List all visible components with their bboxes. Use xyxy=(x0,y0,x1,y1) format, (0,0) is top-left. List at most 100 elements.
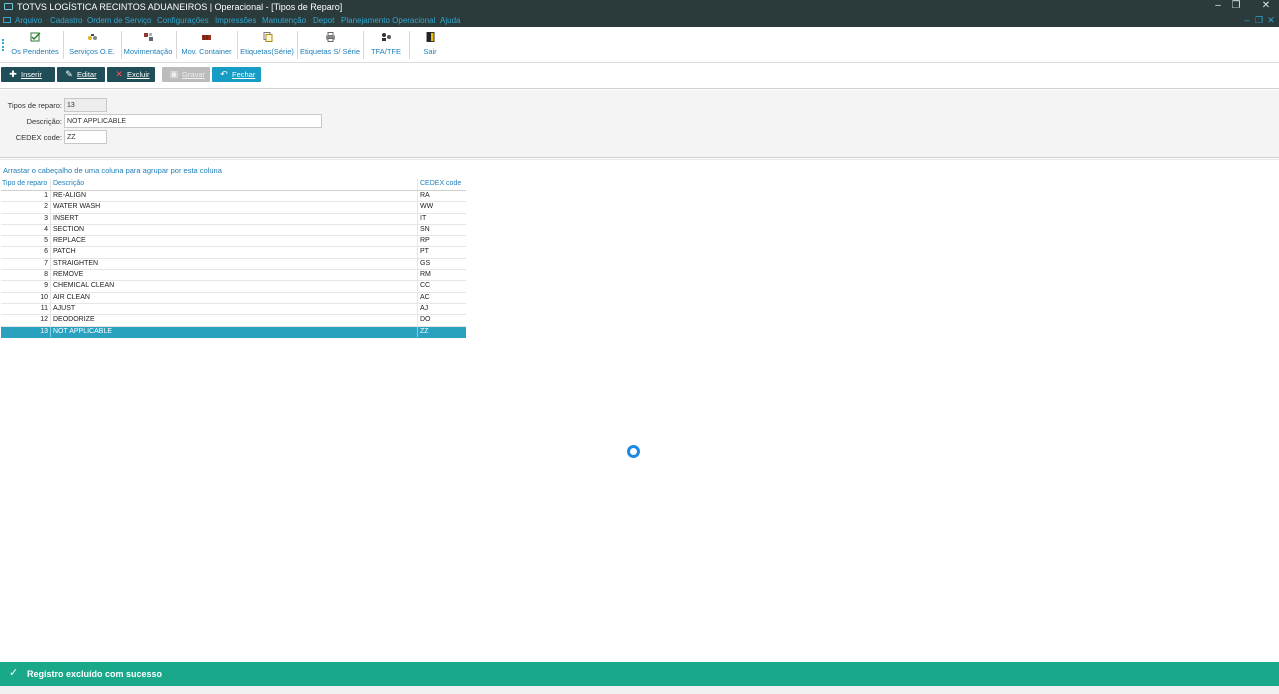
cell-descricao[interactable]: NOT APPLICABLE xyxy=(52,326,418,337)
cell-cedex-code[interactable]: RP xyxy=(419,236,465,246)
cell-tipo-reparo[interactable]: 4 xyxy=(1,224,51,236)
cell-cedex-code[interactable]: DO xyxy=(419,315,465,325)
tipo-reparo-field[interactable] xyxy=(64,98,107,112)
menu-arquivo[interactable]: Arquivo xyxy=(15,16,42,25)
insert-button[interactable]: ✚ Inserir xyxy=(1,67,55,82)
cell-cedex-code[interactable]: RM xyxy=(419,270,465,280)
cell-tipo-reparo[interactable]: 1 xyxy=(1,191,51,202)
cell-cedex-code[interactable]: AJ xyxy=(419,304,465,314)
table-row[interactable]: 3 INSERT IT xyxy=(1,213,466,225)
cell-tipo-reparo[interactable]: 2 xyxy=(1,202,51,213)
mdi-close-button[interactable]: ✕ xyxy=(1266,15,1276,25)
column-header-cedex-code[interactable]: CEDEX code xyxy=(419,179,465,190)
grid-header-row: Tipo de reparo Descrição CEDEX code xyxy=(1,179,466,191)
cell-descricao[interactable]: RE-ALIGN xyxy=(52,191,418,202)
column-header-descricao[interactable]: Descrição xyxy=(52,179,418,190)
shortcut-sair[interactable]: Sair xyxy=(418,30,442,60)
descricao-field[interactable] xyxy=(64,114,322,128)
cell-descricao[interactable]: WATER WASH xyxy=(52,202,418,213)
cell-tipo-reparo[interactable]: 11 xyxy=(1,303,51,315)
close-button[interactable]: ✕ xyxy=(1256,0,1276,12)
cell-descricao[interactable]: CHEMICAL CLEAN xyxy=(52,281,418,292)
menu-depot[interactable]: Depot xyxy=(313,16,334,25)
shortcut-tfa-tfe[interactable]: TFA/TFE xyxy=(366,30,406,60)
restore-button[interactable]: ❐ xyxy=(1226,0,1246,12)
menu-cadastro[interactable]: Cadastro xyxy=(50,16,82,25)
cell-descricao[interactable]: PATCH xyxy=(52,247,418,258)
cell-tipo-reparo[interactable]: 6 xyxy=(1,247,51,258)
column-header-tipo-reparo[interactable]: Tipo de reparo xyxy=(1,179,51,190)
table-row[interactable]: 5 REPLACE RP xyxy=(1,236,466,248)
toolbar-separator xyxy=(237,31,238,59)
movement-icon xyxy=(143,33,153,41)
table-row[interactable]: 13 NOT APPLICABLE ZZ xyxy=(1,326,466,338)
table-row[interactable]: 8 REMOVE RM xyxy=(1,270,466,282)
cell-tipo-reparo[interactable]: 12 xyxy=(1,315,51,326)
cell-cedex-code[interactable]: AC xyxy=(419,293,465,303)
save-label: Gravar xyxy=(182,70,205,79)
cell-cedex-code[interactable]: GS xyxy=(419,259,465,269)
cell-tipo-reparo[interactable]: 9 xyxy=(1,281,51,292)
people-icon xyxy=(381,33,391,41)
cell-descricao[interactable]: AIR CLEAN xyxy=(52,292,418,303)
toolbar-grip[interactable] xyxy=(2,39,4,51)
cell-cedex-code[interactable]: ZZ xyxy=(419,327,465,337)
save-button[interactable]: ▣ Gravar xyxy=(162,67,210,82)
cell-cedex-code[interactable]: CC xyxy=(419,281,465,291)
table-row[interactable]: 11 AJUST AJ xyxy=(1,303,466,316)
cell-descricao[interactable]: AJUST xyxy=(52,303,418,315)
shortcut-etiquetas-sem-serie[interactable]: Etiquetas S/ Série xyxy=(299,30,361,60)
cedex-code-field[interactable] xyxy=(64,130,107,144)
table-row[interactable]: 10 AIR CLEAN AC xyxy=(1,292,466,304)
toolbar-separator xyxy=(297,31,298,59)
edit-button[interactable]: ✎ Editar xyxy=(57,67,105,82)
cell-cedex-code[interactable]: SN xyxy=(419,225,465,235)
cell-tipo-reparo[interactable]: 8 xyxy=(1,270,51,281)
toolbar-separator xyxy=(63,31,64,59)
table-row[interactable]: 1 RE-ALIGN RA xyxy=(1,191,466,203)
cell-tipo-reparo[interactable]: 7 xyxy=(1,258,51,270)
cell-descricao[interactable]: INSERT xyxy=(52,213,418,224)
mdi-restore-button[interactable]: ❐ xyxy=(1254,15,1264,25)
group-by-hint[interactable]: Arrastar o cabeçalho de uma coluna para … xyxy=(3,166,222,175)
mdi-minimize-button[interactable]: – xyxy=(1242,15,1252,25)
cell-descricao[interactable]: DEODORIZE xyxy=(52,315,418,326)
cell-tipo-reparo[interactable]: 3 xyxy=(1,213,51,224)
cell-tipo-reparo[interactable]: 13 xyxy=(1,326,51,337)
menu-manutencao[interactable]: Manutenção xyxy=(262,16,306,25)
cell-descricao[interactable]: STRAIGHTEN xyxy=(52,258,418,270)
cell-descricao[interactable]: REPLACE xyxy=(52,236,418,247)
menu-ajuda[interactable]: Ajuda xyxy=(440,16,460,25)
menu-ordem-de-servico[interactable]: Ordem de Serviço xyxy=(87,16,151,25)
shortcut-movimentacao[interactable]: Movimentação xyxy=(123,30,173,60)
success-toast[interactable]: ✓ Registro excluído com sucesso xyxy=(0,662,1279,686)
table-row[interactable]: 9 CHEMICAL CLEAN CC xyxy=(1,281,466,293)
cedex-code-label: CEDEX code: xyxy=(15,133,62,142)
edit-icon: ✎ xyxy=(65,69,73,79)
menu-planejamento-operacional[interactable]: Planejamento Operacional xyxy=(341,16,435,25)
shortcut-etiquetas-serie[interactable]: Etiquetas(Série) xyxy=(239,30,295,60)
table-row[interactable]: 6 PATCH PT xyxy=(1,247,466,259)
table-row[interactable]: 2 WATER WASH WW xyxy=(1,202,466,214)
table-row[interactable]: 12 DEODORIZE DO xyxy=(1,315,466,327)
close-form-button[interactable]: ↶ Fechar xyxy=(212,67,261,82)
cell-cedex-code[interactable]: PT xyxy=(419,247,465,257)
cell-descricao[interactable]: SECTION xyxy=(52,224,418,236)
delete-button[interactable]: ✕ Excluir xyxy=(107,67,155,82)
table-row[interactable]: 4 SECTION SN xyxy=(1,224,466,237)
delete-x-icon: ✕ xyxy=(115,69,123,79)
table-row[interactable]: 7 STRAIGHTEN GS xyxy=(1,258,466,271)
shortcut-os-pendentes[interactable]: Os Pendentes xyxy=(10,30,60,60)
cell-cedex-code[interactable]: WW xyxy=(419,202,465,212)
cell-tipo-reparo[interactable]: 5 xyxy=(1,236,51,247)
shortcut-servicos-oe[interactable]: Serviços O.E. xyxy=(66,30,118,60)
cell-tipo-reparo[interactable]: 10 xyxy=(1,292,51,303)
cell-descricao[interactable]: REMOVE xyxy=(52,270,418,281)
cell-cedex-code[interactable]: IT xyxy=(419,214,465,224)
menu-configuracoes[interactable]: Configurações xyxy=(157,16,209,25)
cell-cedex-code[interactable]: RA xyxy=(419,191,465,201)
record-form: Tipos de reparo: Descrição: CEDEX code: xyxy=(0,90,1279,157)
minimize-button[interactable]: – xyxy=(1208,0,1228,12)
shortcut-mov-container[interactable]: Mov. Container xyxy=(179,30,234,60)
menu-impressoes[interactable]: Impressões xyxy=(215,16,256,25)
